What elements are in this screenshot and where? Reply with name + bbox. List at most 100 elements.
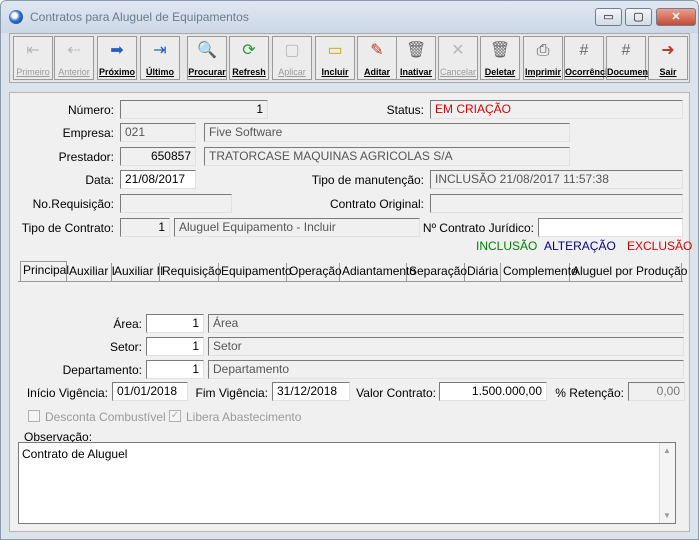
toolbar-button-label: Último [146, 67, 174, 77]
tab-auxiliar-ii[interactable]: Auxiliar II [112, 263, 163, 281]
setor-label: Setor: [109, 340, 142, 354]
legend-exclusao: EXCLUSÃO [627, 239, 693, 253]
tab-diaria[interactable]: Diária [465, 263, 501, 281]
observacao-text: Contrato de Aluguel [22, 447, 128, 461]
deletar-button[interactable]: 🗑 Deletar [480, 36, 520, 80]
tab-equipamento[interactable]: Equipamento [219, 263, 292, 281]
toolbar-button-label: Aplicar [278, 67, 306, 77]
prestador-code-field[interactable]: 650857 [120, 147, 196, 166]
previous-icon: ⇠ [67, 42, 81, 59]
inicio-vigencia-field[interactable]: 01/01/2018 [112, 382, 188, 401]
tipo-manutencao-label: Tipo de manutenção: [311, 173, 424, 187]
new-icon: ▭ [327, 42, 343, 59]
ultimo-button[interactable]: ⇥ Último [140, 36, 180, 80]
imprimir-button[interactable]: ⎙ Imprimir [523, 36, 563, 80]
procurar-button[interactable]: 🔍 Procurar [187, 36, 227, 80]
tipo-contrato-name-field: Aluguel Equipamento - Incluir [174, 218, 420, 237]
toolbar-button-label: Deletar [484, 67, 516, 77]
app-icon [9, 10, 23, 24]
toolbar-button-label: Inativar [399, 67, 432, 77]
apply-icon: ▢ [284, 42, 300, 59]
inativar-button[interactable]: 🗑 Inativar [396, 36, 436, 80]
first-icon: ⇤ [26, 42, 40, 59]
data-label: Data: [85, 173, 114, 187]
desconta-combustivel-checkbox[interactable] [28, 410, 40, 422]
departamento-label: Departamento: [62, 363, 142, 377]
empresa-code-field[interactable]: 021 [120, 123, 196, 142]
toolbar-button-label: Anterior [58, 67, 90, 77]
tab-adiantamento[interactable]: Adiantamento [340, 263, 416, 281]
valor-contrato-field[interactable]: 1.500.000,00 [439, 382, 547, 401]
documento-button[interactable]: # Documento [606, 36, 657, 80]
prestador-name-field: TRATORCASE MAQUINAS AGRICOLAS S/A [204, 147, 570, 166]
minimize-button[interactable]: ▭ [595, 8, 622, 26]
tipo-manutencao-field: INCLUSÃO 21/08/2017 11:57:38 [430, 170, 683, 189]
document-icon: # [621, 42, 631, 59]
close-button[interactable]: ✕ [656, 8, 696, 26]
toolbar-button-label: Cancelar [439, 67, 477, 77]
tab-separacao[interactable]: Separação [407, 263, 467, 281]
cancelar-button[interactable]: ✕ Cancelar [438, 36, 478, 80]
scroll-up-icon[interactable]: ▲ [663, 446, 671, 455]
tab-auxiliar-i[interactable]: Auxiliar I [67, 263, 115, 281]
ocorrencia-button[interactable]: # Ocorrência [564, 36, 613, 80]
retencao-field[interactable]: 0,00 [628, 382, 685, 401]
legend-alteracao: ALTERAÇÃO [544, 239, 616, 253]
contrato-original-label: Contrato Original: [329, 197, 424, 211]
delete-icon: 🗑 [490, 42, 511, 59]
tab-requisicao[interactable]: Requisição [160, 263, 221, 281]
prestador-label: Prestador: [58, 150, 114, 164]
inactivate-icon: 🗑 [406, 42, 427, 59]
aditar-button[interactable]: ✎ Aditar [357, 36, 397, 80]
toolbar: ⇤ Primeiro ⇠ Anterior ➡ Próximo ⇥ Último 🔍 Procur… [9, 33, 690, 83]
toolbar-button-label: Sair [659, 67, 677, 77]
tipo-contrato-code-field[interactable]: 1 [120, 218, 170, 237]
refresh-icon: ⟳ [242, 42, 256, 59]
title-bar: Contratos para Aluguel de Equipamentos ▭… [1, 1, 698, 33]
libera-abastecimento-checkbox[interactable]: ✓ [169, 410, 181, 422]
setor-name-field: Setor [208, 337, 684, 356]
last-icon: ⇥ [153, 42, 167, 59]
cancel-icon: ✕ [451, 42, 465, 59]
exit-icon: ➜ [661, 42, 675, 59]
incluir-button[interactable]: ▭ Incluir [315, 36, 355, 80]
toolbar-button-label: Refresh [232, 67, 266, 77]
requisicao-field[interactable] [120, 194, 232, 213]
tab-complemento[interactable]: Complemento [501, 263, 578, 281]
tab-operacao[interactable]: Operação [287, 263, 342, 281]
area-code-field[interactable]: 1 [146, 314, 204, 333]
tab-aluguel-por-producao[interactable]: Aluguel por Produção [570, 263, 687, 281]
sair-button[interactable]: ➜ Sair [648, 36, 688, 80]
setor-code-field[interactable]: 1 [146, 337, 204, 356]
departamento-code-field[interactable]: 1 [146, 360, 204, 379]
toolbar-button-label: Aditar [363, 67, 390, 77]
aplicar-button[interactable]: ▢ Aplicar [272, 36, 312, 80]
toolbar-button-label: Documento [607, 67, 657, 77]
proximo-button[interactable]: ➡ Próximo [97, 36, 137, 80]
contrato-juridico-field[interactable] [538, 218, 683, 237]
retencao-label: % Retenção: [555, 386, 624, 400]
observacao-scrollbar[interactable]: ▲ ▼ [659, 443, 675, 523]
print-icon: ⎙ [536, 42, 550, 59]
observacao-textarea[interactable]: Contrato de Aluguel ▲ ▼ [18, 442, 676, 524]
numero-label: Número: [67, 103, 114, 117]
main-window: Contratos para Aluguel de Equipamentos ▭… [0, 0, 699, 540]
scroll-down-icon[interactable]: ▼ [663, 511, 671, 520]
toolbar-button-label: Ocorrência [565, 67, 613, 77]
anterior-button[interactable]: ⇠ Anterior [54, 36, 94, 80]
departamento-name-field: Departamento [208, 360, 684, 379]
primeiro-button[interactable]: ⇤ Primeiro [13, 36, 53, 80]
toolbar-button-label: Procurar [188, 67, 226, 77]
refresh-button[interactable]: ⟳ Refresh [229, 36, 269, 80]
contrato-juridico-label: Nº Contrato Jurídico: [422, 221, 534, 235]
maximize-button[interactable]: ▢ [625, 8, 652, 26]
tipo-contrato-label: Tipo de Contrato: [21, 221, 114, 235]
data-field[interactable]: 21/08/2017 [120, 170, 196, 189]
numero-field[interactable]: 1 [120, 100, 268, 119]
next-icon: ➡ [110, 42, 124, 59]
contrato-original-field [430, 194, 683, 213]
desconta-combustivel-label: Desconta Combustível [45, 410, 166, 424]
tab-principal[interactable]: Principal [20, 261, 69, 281]
toolbar-button-label: Primeiro [16, 67, 50, 77]
fim-vigencia-field[interactable]: 31/12/2018 [272, 382, 350, 401]
